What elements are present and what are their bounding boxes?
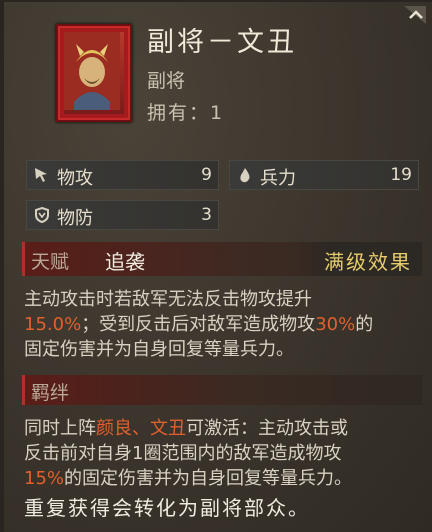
stat-defense-value: 3 <box>201 205 212 225</box>
stat-troops-label: 兵力 <box>260 168 296 189</box>
talent-name: 追袭 <box>105 250 145 274</box>
bond-description: 同时上阵颜良、文丑可激活：主动攻击或 反击前对自身1圈范围内的敌军造成物攻 15… <box>24 416 419 491</box>
stat-defense-label: 物防 <box>57 208 93 229</box>
talent-pct-1: 15.0% <box>24 314 82 335</box>
stat-attack: 物攻 9 <box>26 160 219 190</box>
bond-names: 颜良、文丑 <box>96 418 186 439</box>
max-level-label: 满级效果 <box>324 250 412 274</box>
general-detail-panel: 副将－文丑 副将 拥有：1 物攻 9 兵力 19 物防 3 天赋 追袭 满级效果… <box>0 0 432 532</box>
talent-line-2: 15.0%；受到反击后对敌军造成物攻30%的 <box>24 314 374 335</box>
bond-header-bar: 羁绊 <box>22 375 422 405</box>
talent-pct-2: 30% <box>315 314 356 335</box>
general-title: 副将－文丑 <box>147 27 297 58</box>
bond-pct: 15% <box>24 468 65 489</box>
general-portrait-image <box>64 32 120 110</box>
stat-attack-value: 9 <box>201 165 212 185</box>
stat-attack-label: 物攻 <box>57 168 93 189</box>
stat-troops: 兵力 19 <box>229 160 419 190</box>
repeat-note: 重复获得会转化为副将部众。 <box>24 496 310 520</box>
talent-description: 主动攻击时若敌军无法反击物攻提升 15.0%；受到反击后对敌军造成物攻30%的 … <box>24 287 419 362</box>
blood-drop-icon <box>240 168 250 183</box>
bond-header: 羁绊 <box>31 382 70 404</box>
sword-cursor-icon <box>35 168 47 182</box>
stat-defense: 物防 3 <box>26 200 219 230</box>
general-portrait <box>56 24 132 122</box>
owned-count: 拥有：1 <box>147 102 225 124</box>
talent-line-1: 主动攻击时若敌军无法反击物攻提升 <box>24 289 312 310</box>
bond-line-3: 15%的固定伤害并为自身回复等量兵力。 <box>24 468 353 489</box>
max-level-badge[interactable]: 满级效果 <box>297 242 422 276</box>
talent-line-3: 固定伤害并为自身回复等量兵力。 <box>24 339 294 360</box>
talent-header-bar: 天赋 追袭 满级效果 <box>22 242 422 276</box>
collapse-chevron-icon[interactable] <box>402 4 428 26</box>
stat-troops-value: 19 <box>390 165 412 185</box>
shield-icon <box>35 206 49 224</box>
bond-line-2: 反击前对自身1圈范围内的敌军造成物攻 <box>24 443 342 464</box>
talent-header: 天赋 <box>31 251 70 273</box>
bond-line-1: 同时上阵颜良、文丑可激活：主动攻击或 <box>24 418 348 439</box>
general-type: 副将 <box>147 70 186 92</box>
